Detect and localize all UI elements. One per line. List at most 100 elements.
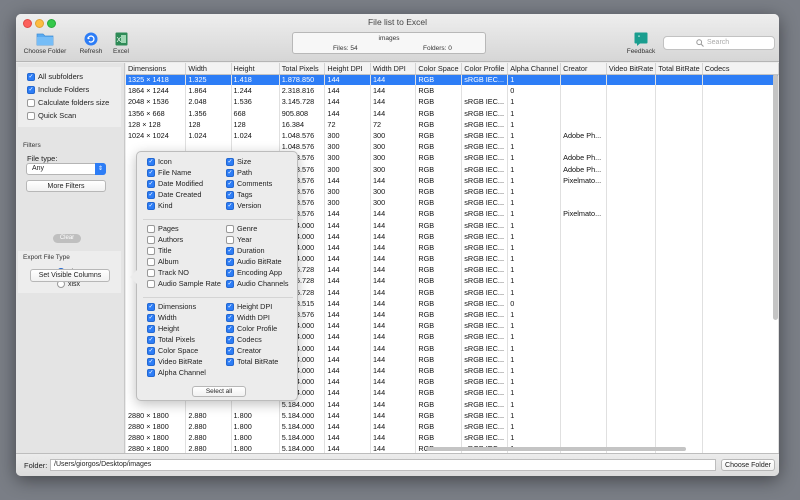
column-toggle-checkbox[interactable]: ✓ Total Pixels <box>147 335 195 344</box>
column-toggle-checkbox[interactable]: ✓ Size <box>226 157 251 166</box>
table-row[interactable]: 1325 × 1418 1.325 1.418 1.878.850 144 144 RGB s… <box>126 74 779 86</box>
column-toggle-checkbox[interactable]: ✓ Color Space <box>147 346 198 355</box>
column-header[interactable]: Width <box>185 63 232 75</box>
status-files-count: Files: 54 <box>333 45 358 52</box>
table-row[interactable]: 2880 × 18002.8801.8005.184.000144144RGBs… <box>126 420 779 432</box>
clear-filters-button[interactable]: Clear <box>53 234 81 243</box>
column-toggle-checkbox[interactable]: ✓ Path <box>226 168 252 177</box>
include-folders-checkbox[interactable]: ✓ Include Folders <box>27 85 89 94</box>
table-cell: RGB <box>415 264 463 276</box>
column-header[interactable]: Width DPI <box>370 63 417 75</box>
column-toggle-checkbox[interactable]: ✓ Date Created <box>147 190 201 199</box>
column-header[interactable]: Alpha Channel <box>507 63 562 75</box>
table-cell: 144 <box>370 398 417 410</box>
column-toggle-checkbox[interactable]: Track NO <box>147 268 189 277</box>
all-subfolders-checkbox[interactable]: ✓ All subfolders <box>27 72 83 81</box>
table-cell <box>702 230 779 242</box>
table-row[interactable]: 1024 × 1024 1.024 1.024 1.048.576 300 300 RGB s… <box>126 129 779 142</box>
table-row[interactable]: 1864 × 1244 1.864 1.244 2.318.816 144 144 RGB 0 <box>126 85 779 97</box>
file-type-select[interactable]: Any ⇕ <box>26 163 106 175</box>
table-cell: 144 <box>324 230 371 242</box>
column-header[interactable]: Codecs <box>702 63 779 75</box>
column-toggle-checkbox[interactable]: ✓ Tags <box>226 190 252 199</box>
column-header[interactable]: Total Pixels <box>279 63 326 75</box>
column-toggle-checkbox[interactable]: Year <box>226 235 252 244</box>
column-toggle-checkbox[interactable]: ✓ Creator <box>226 346 261 355</box>
column-toggle-checkbox[interactable]: Genre <box>226 224 257 233</box>
column-toggle-checkbox[interactable]: ✓ Video BitRate <box>147 357 203 366</box>
column-header[interactable]: Dimensions <box>126 63 187 75</box>
quick-scan-checkbox[interactable]: Quick Scan <box>27 111 76 120</box>
table-cell: 2880 × 1800 <box>126 432 187 444</box>
column-header[interactable]: Color Profile <box>461 63 509 75</box>
column-toggle-label: Title <box>158 246 172 255</box>
checkbox-checked-icon: ✓ <box>226 201 234 210</box>
column-toggle-checkbox[interactable]: ✓ Codecs <box>226 335 262 344</box>
calculate-folders-size-checkbox[interactable]: Calculate folders size <box>27 98 109 107</box>
column-toggle-checkbox[interactable]: ✓ File Name <box>147 168 191 177</box>
table-row[interactable]: 2048 × 1536 2.048 1.536 3.145.728 144 144 RGB s… <box>126 96 779 108</box>
table-row[interactable]: 1356 × 668 1.356 668 905.808 144 144 RGB sRGB I… <box>126 107 779 119</box>
vertical-scrollbar[interactable] <box>773 74 778 320</box>
column-toggle-checkbox[interactable]: Title <box>147 246 172 255</box>
table-cell <box>560 197 607 209</box>
column-toggle-checkbox[interactable]: ✓ Color Profile <box>226 324 277 333</box>
column-toggle-checkbox[interactable]: Album <box>147 257 179 266</box>
choose-folder-toolbar-button[interactable]: Choose Folder <box>23 32 67 55</box>
column-header[interactable]: Total BitRate <box>655 63 703 75</box>
column-toggle-checkbox[interactable]: ✓ Alpha Channel <box>147 368 206 377</box>
select-all-button[interactable]: Select all <box>192 386 246 397</box>
column-toggle-checkbox[interactable]: ✓ Width <box>147 313 177 322</box>
app-window: File list to Excel Choose Folder Refresh… <box>16 14 779 476</box>
search-field[interactable]: Search <box>663 36 775 50</box>
table-cell: sRGB IEC... <box>461 118 509 130</box>
column-toggle-checkbox[interactable]: ✓ Version <box>226 201 261 210</box>
checkbox-checked-icon: ✓ <box>226 157 234 166</box>
table-cell <box>560 286 607 298</box>
column-toggle-checkbox[interactable]: Pages <box>147 224 179 233</box>
column-header[interactable]: Height <box>231 63 280 75</box>
column-toggle-checkbox[interactable]: ✓ Height DPI <box>226 302 272 311</box>
excel-export-button[interactable]: X Excel <box>110 32 132 55</box>
table-cell <box>560 118 607 130</box>
table-cell: sRGB IEC... <box>461 364 509 377</box>
column-toggle-checkbox[interactable]: ✓ Width DPI <box>226 313 270 322</box>
column-toggle-checkbox[interactable]: ✓ Audio BitRate <box>226 257 282 266</box>
table-cell: 144 <box>370 253 417 265</box>
table-cell: sRGB IEC... <box>461 432 509 444</box>
choose-folder-bottom-button[interactable]: Choose Folder <box>721 459 775 471</box>
table-cell: 144 <box>324 174 371 186</box>
table-cell: 144 <box>324 253 371 265</box>
column-toggle-checkbox[interactable]: ✓ Icon <box>147 157 172 166</box>
column-toggle-checkbox[interactable]: ✓ Total BitRate <box>226 357 278 366</box>
folder-path-field[interactable]: /Users/giorgos/Desktop/images <box>50 459 716 471</box>
table-cell <box>655 163 703 175</box>
table-row[interactable]: 128 × 128 128 128 16.384 72 72 RGB sRGB IEC... 1 <box>126 118 779 130</box>
refresh-button[interactable]: Refresh <box>77 32 105 55</box>
checkbox-checked-icon: ✓ <box>147 368 155 377</box>
more-filters-button[interactable]: More Filters <box>26 180 106 192</box>
column-toggle-checkbox[interactable]: ✓ Height <box>147 324 179 333</box>
column-header[interactable]: Color Space <box>415 63 463 75</box>
feedback-button[interactable]: " Feedback <box>625 32 657 55</box>
table-cell: 144 <box>324 320 371 332</box>
table-cell <box>702 185 779 198</box>
set-visible-columns-button[interactable]: Set Visible Columns <box>30 269 110 282</box>
column-toggle-checkbox[interactable]: ✓ Comments <box>226 179 272 188</box>
column-toggle-checkbox[interactable]: Authors <box>147 235 183 244</box>
table-row[interactable]: 2880 × 18002.8801.8005.184.000144144RGBs… <box>126 409 779 421</box>
column-header[interactable]: Creator <box>560 63 607 75</box>
column-toggle-checkbox[interactable]: ✓ Kind <box>147 201 173 210</box>
table-cell: sRGB IEC... <box>461 208 509 220</box>
column-toggle-checkbox[interactable]: ✓ Dimensions <box>147 302 196 311</box>
column-toggle-checkbox[interactable]: ✓ Encoding App <box>226 268 282 277</box>
column-toggle-checkbox[interactable]: Audio Sample Rate <box>147 279 221 288</box>
table-cell <box>560 141 607 153</box>
table-row[interactable]: 2880 × 18002.8801.8005.184.000144144RGBs… <box>126 432 779 444</box>
horizontal-scrollbar[interactable] <box>426 447 686 451</box>
column-header[interactable]: Video BitRate <box>606 63 657 75</box>
column-toggle-checkbox[interactable]: ✓ Audio Channels <box>226 279 289 288</box>
column-toggle-checkbox[interactable]: ✓ Duration <box>226 246 265 255</box>
column-header[interactable]: Height DPI <box>324 63 371 75</box>
column-toggle-checkbox[interactable]: ✓ Date Modified <box>147 179 203 188</box>
